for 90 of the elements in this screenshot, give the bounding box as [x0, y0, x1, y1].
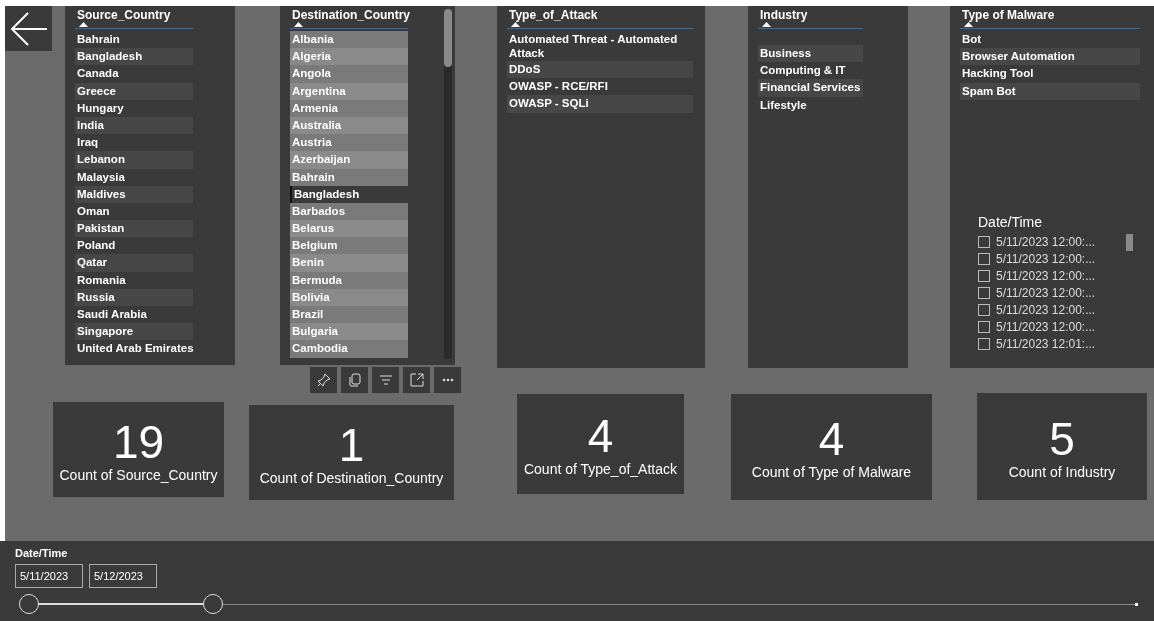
slicer-header: Type_of_Attack	[508, 8, 599, 22]
slicer-item[interactable]: Malaysia	[75, 168, 193, 186]
slicer-item[interactable]: Poland	[75, 237, 193, 255]
slicer-item[interactable]: Saudi Arabia	[75, 306, 193, 324]
slicer-item[interactable]: Bangladesh	[75, 48, 193, 66]
start-date-field[interactable]: 5/11/2023	[15, 564, 83, 588]
checkbox[interactable]	[978, 235, 990, 248]
copy-button[interactable]	[341, 367, 368, 393]
focus-mode-button[interactable]	[403, 367, 430, 393]
slicer-item[interactable]: Cambodia	[290, 340, 408, 358]
list-title: Date/Time	[978, 214, 1044, 230]
slicer-item[interactable]: Qatar	[75, 254, 193, 272]
slicer-item[interactable]: Greece	[75, 82, 193, 100]
slicer-item[interactable]: Browser Automation	[960, 48, 1140, 66]
card-value: 19	[112, 416, 165, 467]
slicer-item[interactable]: Canada	[75, 65, 193, 83]
end-date-field[interactable]: 5/12/2023	[89, 564, 157, 588]
slicer-header: Destination_Country	[291, 8, 408, 22]
date-item[interactable]: 5/11/2023 12:00:...	[996, 285, 1096, 300]
slider-thumb[interactable]	[19, 594, 39, 614]
slicer-item[interactable]: Albania	[290, 31, 408, 49]
scrollbar[interactable]	[444, 9, 452, 359]
slicer-item[interactable]: Pakistan	[75, 220, 193, 238]
date-item[interactable]: 5/11/2023 12:00:...	[996, 251, 1096, 266]
slicer-header: Source_Country	[76, 8, 172, 22]
slicer-item[interactable]: Russia	[75, 288, 193, 306]
pin-icon	[316, 373, 331, 387]
slicer-item[interactable]: Oman	[75, 202, 193, 221]
sort-icon[interactable]	[294, 22, 303, 27]
slicer-header: Industry	[759, 8, 809, 22]
date-item[interactable]: 5/11/2023 12:00:...	[996, 234, 1096, 249]
date-item[interactable]: 5/11/2023 12:00:...	[996, 302, 1096, 317]
pin-button[interactable]	[310, 367, 337, 393]
slicer-item[interactable]: United Arab Emirates	[75, 340, 193, 358]
slicer-item[interactable]: Brazil	[290, 306, 408, 324]
slicer-item[interactable]: OWASP - RCE/RFI	[507, 78, 693, 96]
expand-icon	[409, 373, 424, 387]
slicer-item[interactable]: Bahrain	[75, 31, 193, 49]
sort-icon[interactable]	[511, 22, 520, 27]
copy-icon	[348, 373, 361, 387]
slicer-title: Date/Time	[15, 547, 69, 559]
card-label: Count of Industry	[1008, 463, 1116, 480]
card-value: 4	[818, 414, 845, 464]
checkbox[interactable]	[978, 303, 990, 316]
date-item[interactable]: 5/11/2023 12:00:...	[996, 268, 1096, 283]
card-label: Count of Type_of_Attack	[523, 461, 678, 477]
card-value: 1	[338, 419, 365, 470]
slicer-item[interactable]: Maldives	[75, 185, 193, 203]
sort-icon[interactable]	[964, 22, 973, 27]
slicer-item[interactable]: Spam Bot	[960, 82, 1140, 100]
sort-icon[interactable]	[762, 22, 771, 27]
slicer-item[interactable]: Romania	[75, 271, 193, 289]
slicer-item[interactable]: Hacking Tool	[960, 65, 1140, 83]
slicer-item[interactable]: Lebanon	[75, 151, 193, 169]
checkbox[interactable]	[978, 320, 990, 333]
date-item[interactable]: 5/11/2023 12:01:...	[996, 336, 1096, 351]
date-item[interactable]: 5/11/2023 12:00:...	[996, 319, 1096, 334]
slicer-item[interactable]: OWASP - SQLi	[507, 95, 693, 113]
slicer-item[interactable]: Business	[758, 45, 863, 63]
slicer-item[interactable]: India	[75, 116, 193, 135]
checkbox[interactable]	[978, 286, 990, 299]
slicer-item[interactable]: Singapore	[75, 323, 193, 341]
card-label: Count of Destination_Country	[259, 469, 444, 486]
more-icon	[441, 378, 454, 382]
slicer-item[interactable]: Financial Services	[758, 79, 863, 97]
slider-thumb[interactable]	[203, 594, 224, 614]
slicer-item[interactable]: Austria	[290, 134, 408, 152]
checkbox[interactable]	[978, 252, 990, 265]
card-value: 5	[1049, 413, 1075, 464]
card-label: Count of Type of Malware	[751, 464, 912, 480]
slicer-item[interactable]: Angola	[290, 65, 408, 83]
back-button[interactable]	[5, 6, 52, 51]
slicer-item[interactable]: DDoS	[507, 61, 693, 79]
slicer-item[interactable]: Hungary	[75, 99, 193, 117]
slicer-item[interactable]: Automated Threat - Automated Attack	[507, 31, 693, 61]
slicer-item[interactable]: Belgium	[290, 237, 408, 255]
slicer-header: Type of Malware	[961, 8, 1056, 22]
checkbox[interactable]	[978, 337, 990, 350]
slicer-item[interactable]: Computing & IT	[758, 62, 863, 80]
filter-button[interactable]	[372, 367, 399, 393]
slicer-item[interactable]: Bot	[960, 31, 1140, 49]
slicer-item[interactable]: Lifestyle	[758, 96, 863, 114]
card-value: 4	[587, 411, 614, 461]
checkbox[interactable]	[978, 269, 990, 282]
filter-icon	[378, 374, 393, 386]
scrollbar[interactable]	[1126, 234, 1133, 251]
card-label: Count of Source_Country	[59, 466, 218, 483]
slicer-item[interactable]: Iraq	[75, 134, 193, 152]
back-arrow-icon	[8, 10, 49, 47]
sort-icon[interactable]	[79, 22, 88, 27]
